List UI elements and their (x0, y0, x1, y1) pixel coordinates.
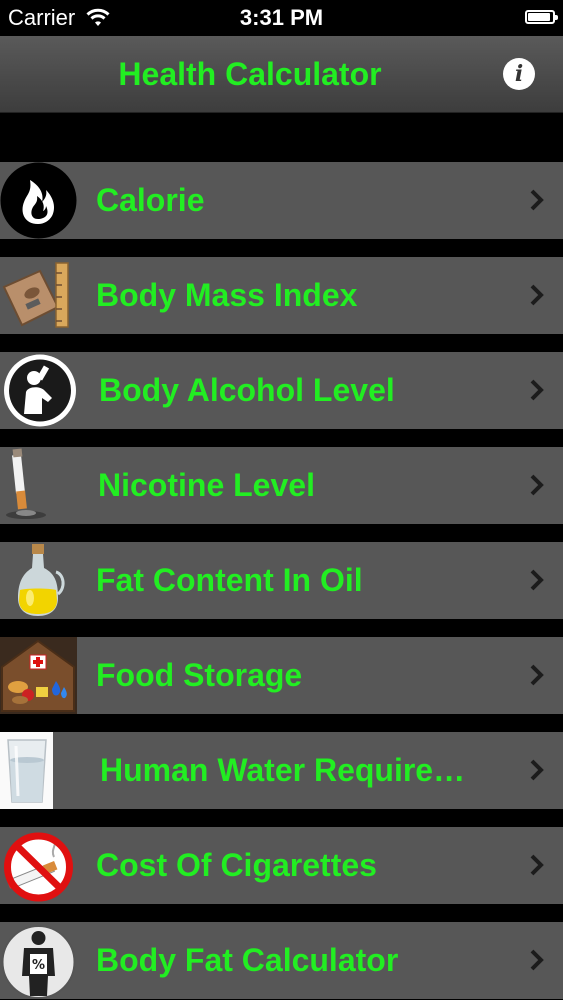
list-item-label: Fat Content In Oil (96, 562, 363, 598)
navigation-bar: Health Calculator i (0, 36, 563, 113)
list-item-food-storage[interactable]: Food Storage (0, 637, 563, 714)
scale-ruler-icon (0, 257, 77, 334)
chevron-right-icon (530, 189, 544, 211)
chevron-right-icon (530, 759, 544, 781)
list-item-body-alcohol-level[interactable]: Body Alcohol Level (0, 352, 563, 429)
list-item-label: Human Water Require… (100, 752, 466, 788)
chevron-right-icon (530, 949, 544, 971)
chevron-right-icon (530, 284, 544, 306)
body-fat-person-icon: % (0, 922, 77, 999)
page-title: Health Calculator (118, 56, 382, 92)
svg-text:%: % (32, 958, 45, 973)
water-glass-icon (0, 732, 53, 809)
chevron-right-icon (530, 664, 544, 686)
status-time: 3:31 PM (239, 5, 324, 30)
list-item-fat-content-in-oil[interactable]: Fat Content In Oil (0, 542, 563, 619)
list-item-label: Body Fat Calculator (96, 942, 399, 978)
battery-icon (525, 10, 558, 24)
list-item-label: Nicotine Level (98, 467, 315, 503)
list-item-nicotine-level[interactable]: Nicotine Level (0, 447, 563, 524)
list-item-label: Body Mass Index (96, 277, 358, 313)
oil-bottle-icon (0, 542, 77, 619)
list-item-cost-of-cigarettes[interactable]: Cost Of Cigarettes (0, 827, 563, 904)
list-item-human-water-requirement[interactable]: Human Water Require… (0, 732, 563, 809)
list-item-label: Cost Of Cigarettes (96, 847, 377, 883)
list-item-label: Food Storage (96, 657, 303, 693)
no-smoking-icon (0, 827, 77, 904)
info-button[interactable]: i (503, 58, 535, 90)
list-item-calorie[interactable]: Calorie (0, 162, 563, 239)
list-item-body-mass-index[interactable]: Body Mass Index (0, 257, 563, 334)
list-item-label: Calorie (96, 182, 205, 218)
list-item-label: Body Alcohol Level (99, 372, 395, 408)
status-bar: Carrier 3:31 PM (0, 0, 563, 36)
food-storage-icon (0, 637, 77, 714)
cigarette-icon (0, 447, 77, 524)
list-item-body-fat-calculator[interactable]: % Body Fat Calculator (0, 922, 563, 999)
drinking-person-icon (0, 352, 77, 429)
chevron-right-icon (530, 474, 544, 496)
chevron-right-icon (530, 379, 544, 401)
flame-icon (0, 162, 77, 239)
chevron-right-icon (530, 569, 544, 591)
chevron-right-icon (530, 854, 544, 876)
